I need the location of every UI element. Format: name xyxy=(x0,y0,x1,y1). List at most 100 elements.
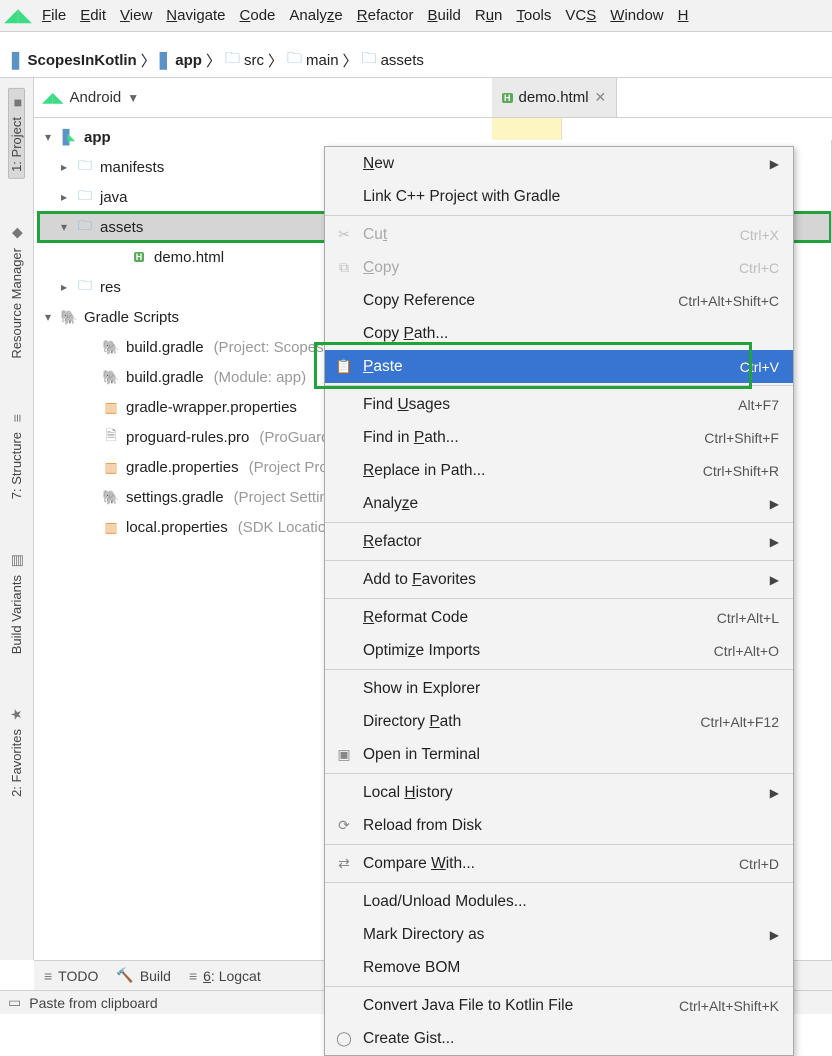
gutter-label: 2: Favorites xyxy=(9,729,24,797)
tree-caret-icon[interactable]: ▾ xyxy=(58,220,70,234)
breadcrumb-item[interactable]: ▋app xyxy=(158,52,204,70)
android-icon: ◢◣ xyxy=(42,89,64,106)
ctx-link-c-project-with-gradle[interactable]: Link C++ Project with Gradle xyxy=(325,180,793,213)
ctx-convert-java-file-to-kotlin-file[interactable]: Convert Java File to Kotlin FileCtrl+Alt… xyxy=(325,989,793,1022)
menu-code[interactable]: Code xyxy=(240,7,276,24)
menu-tools[interactable]: Tools xyxy=(516,7,551,24)
menu-refactor[interactable]: Refactor xyxy=(357,7,414,24)
menu-build[interactable]: Build xyxy=(427,7,460,24)
gutter-label: 7: Structure xyxy=(9,432,24,499)
menu-edit[interactable]: Edit xyxy=(80,7,106,24)
bottom-tool-todo[interactable]: ≡TODO xyxy=(44,968,98,984)
ctx-paste[interactable]: 📋PasteCtrl+V xyxy=(325,350,793,383)
bottom-tool-build[interactable]: 🔨Build xyxy=(116,967,171,984)
gutter-2-favorites[interactable]: 2: Favorites★ xyxy=(9,700,24,803)
gutter-7-structure[interactable]: 7: Structure≡ xyxy=(9,404,24,505)
ctx-create-gist-[interactable]: ◯Create Gist... xyxy=(325,1022,793,1055)
tool-icon: 🔨 xyxy=(116,967,133,984)
ctx-item-label: Remove BOM xyxy=(363,959,460,977)
tree-caret-icon[interactable]: ▾ xyxy=(42,310,54,324)
ctx-mark-directory-as[interactable]: Mark Directory as▶ xyxy=(325,918,793,951)
chevron-right-icon: 〉 xyxy=(141,50,156,71)
project-view-selector[interactable]: Android xyxy=(70,89,122,106)
ctx-copy: ⧉CopyCtrl+C xyxy=(325,251,793,284)
gutter-1-project[interactable]: 1: Project■ xyxy=(8,88,25,179)
ctx-add-to-favorites[interactable]: Add to Favorites▶ xyxy=(325,563,793,596)
menu-file[interactable]: File xyxy=(42,7,66,24)
ctx-item-shortcut: Ctrl+Alt+F12 xyxy=(700,714,779,730)
menu-vcs[interactable]: VCS xyxy=(565,7,596,24)
close-icon[interactable]: ✕ xyxy=(595,89,607,106)
ctx-new[interactable]: New▶ xyxy=(325,147,793,180)
breadcrumb-label: main xyxy=(306,52,339,69)
gradle-icon: 🐘 xyxy=(102,338,120,356)
ctx-optimize-imports[interactable]: Optimize ImportsCtrl+Alt+O xyxy=(325,634,793,667)
ctx-local-history[interactable]: Local History▶ xyxy=(325,776,793,809)
folder-icon: 🗀 xyxy=(362,48,377,73)
ctx-item-shortcut: Ctrl+Shift+F xyxy=(704,430,779,446)
menu-run[interactable]: Run xyxy=(475,7,503,24)
menu-separator xyxy=(325,385,793,386)
ctx-directory-path[interactable]: Directory PathCtrl+Alt+F12 xyxy=(325,705,793,738)
gutter-resource-manager[interactable]: Resource Manager◆ xyxy=(9,219,24,365)
module-icon: ▋◣ xyxy=(60,128,78,146)
gutter-label: Build Variants xyxy=(9,575,24,654)
breadcrumb-item[interactable]: ▋ScopesInKotlin xyxy=(10,52,139,70)
ctx-item-label: Compare With... xyxy=(363,855,475,873)
ctx-reformat-code[interactable]: Reformat CodeCtrl+Alt+L xyxy=(325,601,793,634)
tree-caret-icon[interactable]: ▸ xyxy=(58,190,70,204)
editor-body[interactable] xyxy=(492,118,832,140)
menubar: ◢◣ File Edit View Navigate Code Analyze Refact… xyxy=(0,0,832,32)
ctx-open-in-terminal[interactable]: ▣Open in Terminal xyxy=(325,738,793,771)
gutter-build-variants[interactable]: Build Variants ▤ xyxy=(9,546,24,660)
ctx-item-label: Optimize Imports xyxy=(363,642,480,660)
gutter-label: 1: Project xyxy=(9,117,24,172)
menu-separator xyxy=(325,773,793,774)
ctx-copy-reference[interactable]: Copy ReferenceCtrl+Alt+Shift+C xyxy=(325,284,793,317)
ctx-copy-path-[interactable]: Copy Path... xyxy=(325,317,793,350)
gutter-icon: ▤ xyxy=(8,554,25,567)
ctx-analyze[interactable]: Analyze▶ xyxy=(325,487,793,520)
tree-node-hint: (Module: app) xyxy=(214,369,307,386)
ctx-find-usages[interactable]: Find UsagesAlt+F7 xyxy=(325,388,793,421)
ctx-reload-from-disk[interactable]: ⟳Reload from Disk xyxy=(325,809,793,842)
tree-caret-icon[interactable]: ▸ xyxy=(58,160,70,174)
android-logo-icon: ◢◣ xyxy=(8,6,28,26)
editor-tab-label: demo.html xyxy=(519,89,589,106)
menu-view[interactable]: View xyxy=(120,7,152,24)
menu-h[interactable]: H xyxy=(678,7,689,24)
ctx-compare-with-[interactable]: ⇄Compare With...Ctrl+D xyxy=(325,847,793,880)
editor-tab[interactable]: H demo.html ✕ xyxy=(492,78,617,117)
ctx-item-label: Create Gist... xyxy=(363,1030,454,1048)
ctx-replace-in-path-[interactable]: Replace in Path...Ctrl+Shift+R xyxy=(325,454,793,487)
ctx-remove-bom[interactable]: Remove BOM xyxy=(325,951,793,984)
ctx-show-in-explorer[interactable]: Show in Explorer xyxy=(325,672,793,705)
tool-label: TODO xyxy=(58,968,98,984)
chevron-down-icon[interactable]: ▼ xyxy=(127,91,139,105)
breadcrumb-item[interactable]: 🗀main xyxy=(285,48,341,73)
breadcrumb-item[interactable]: 🗀assets xyxy=(360,48,426,73)
tree-node-label: java xyxy=(100,189,128,206)
chevron-right-icon: 〉 xyxy=(343,50,358,71)
gradle-icon: 🐘 xyxy=(60,308,78,326)
submenu-arrow-icon: ▶ xyxy=(770,928,779,942)
ctx-refactor[interactable]: Refactor▶ xyxy=(325,525,793,558)
menu-navigate[interactable]: Navigate xyxy=(166,7,225,24)
ctx-item-icon: ⧉ xyxy=(335,259,353,277)
bottom-tool-6-logcat[interactable]: ≡6: Logcat xyxy=(189,968,261,984)
menu-window[interactable]: Window xyxy=(610,7,663,24)
tree-caret-icon[interactable]: ▸ xyxy=(58,280,70,294)
ctx-item-label: Local History xyxy=(363,784,453,802)
tree-caret-icon[interactable]: ▾ xyxy=(42,130,54,144)
ctx-item-label: Reload from Disk xyxy=(363,817,482,835)
submenu-arrow-icon: ▶ xyxy=(770,535,779,549)
breadcrumb-item[interactable]: 🗀src xyxy=(223,48,266,73)
ctx-item-label: Copy xyxy=(363,259,399,277)
ctx-item-label: Paste xyxy=(363,358,403,376)
tree-node-label: demo.html xyxy=(154,249,224,266)
ctx-item-label: Find Usages xyxy=(363,396,450,414)
tree-node-label: build.gradle xyxy=(126,339,204,356)
menu-analyze[interactable]: Analyze xyxy=(289,7,342,24)
ctx-find-in-path-[interactable]: Find in Path...Ctrl+Shift+F xyxy=(325,421,793,454)
ctx-load-unload-modules-[interactable]: Load/Unload Modules... xyxy=(325,885,793,918)
